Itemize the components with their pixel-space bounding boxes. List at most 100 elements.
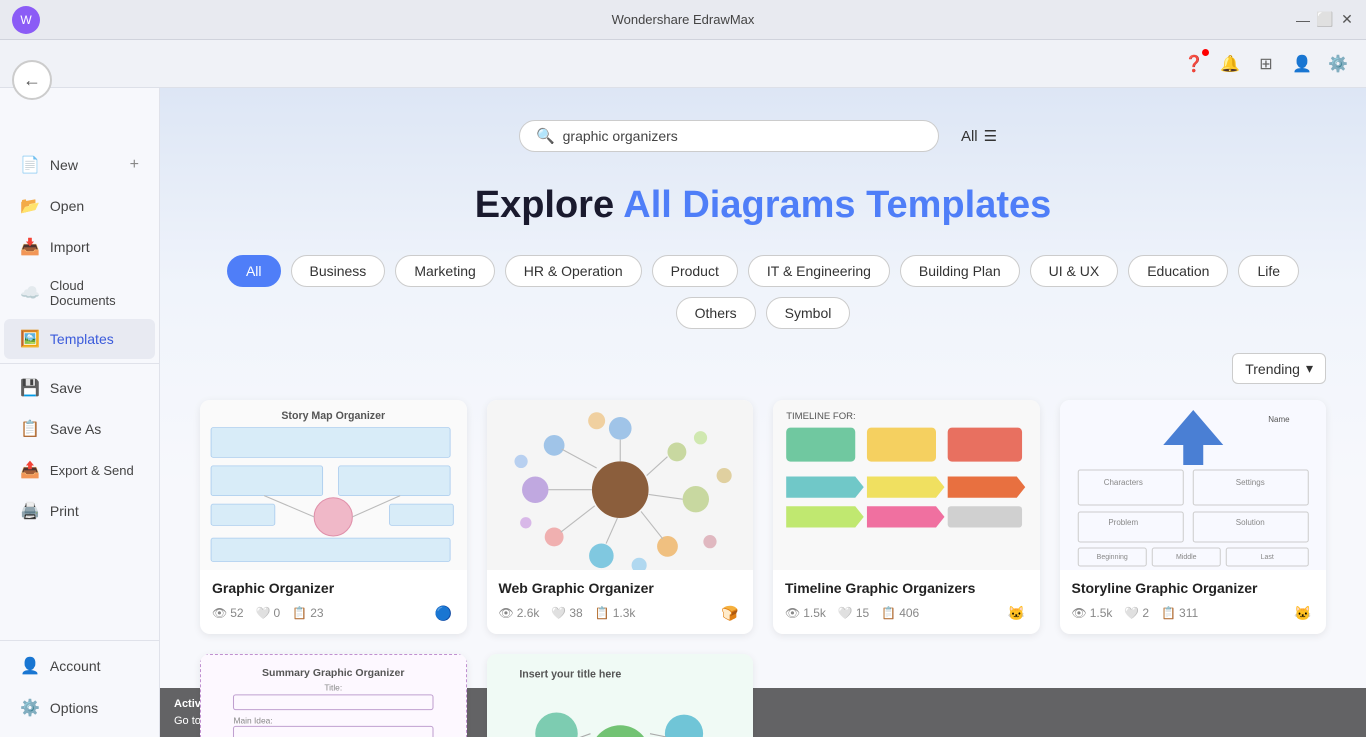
author-avatar-1: 🔵 bbox=[433, 602, 455, 624]
web-graphic-svg bbox=[487, 400, 754, 570]
filter-all[interactable]: All bbox=[227, 255, 281, 287]
filter-life[interactable]: Life bbox=[1238, 255, 1299, 287]
svg-text:Characters: Characters bbox=[1103, 478, 1142, 487]
svg-text:Settings: Settings bbox=[1235, 478, 1264, 487]
sidebar-item-import[interactable]: 📥 Import bbox=[4, 227, 155, 267]
sort-select[interactable]: Trending ▾ bbox=[1232, 353, 1326, 384]
template-card-web-graphic-organizer[interactable]: Web Graphic Organizer 👁 2.6k 🤍 38 📋 1.3k… bbox=[487, 400, 754, 634]
app-title: Wondershare EdrawMax bbox=[612, 12, 755, 27]
svg-text:Solution: Solution bbox=[1235, 518, 1264, 527]
sidebar-item-templates[interactable]: 🖼️ Templates bbox=[4, 319, 155, 359]
search-icon: 🔍 bbox=[536, 127, 555, 145]
menu-icon: ☰ bbox=[984, 127, 997, 145]
template-info-2: Web Graphic Organizer 👁 2.6k 🤍 38 📋 1.3k… bbox=[487, 570, 754, 634]
template-card-summary[interactable]: Summary Graphic Organizer Title: Main Id… bbox=[200, 654, 467, 737]
filter-hr[interactable]: HR & Operation bbox=[505, 255, 642, 287]
copies-stat-3: 📋 406 bbox=[881, 606, 919, 620]
minimize-button[interactable]: — bbox=[1296, 13, 1310, 27]
filter-product[interactable]: Product bbox=[652, 255, 738, 287]
filter-education[interactable]: Education bbox=[1128, 255, 1228, 287]
template-info-4: Storyline Graphic Organizer 👁 1.5k 🤍 2 📋… bbox=[1060, 570, 1327, 634]
sidebar-item-account[interactable]: 👤 Account bbox=[4, 646, 155, 686]
help-icon[interactable]: ❓ bbox=[1182, 52, 1206, 76]
graphic-organizer-svg: Story Map Organizer bbox=[200, 400, 467, 570]
svg-text:Summary Graphic Organizer: Summary Graphic Organizer bbox=[262, 667, 404, 679]
author-avatar-2: 🍞 bbox=[719, 602, 741, 624]
sidebar-item-print[interactable]: 🖨️ Print bbox=[4, 491, 155, 531]
svg-text:TIMELINE FOR:: TIMELINE FOR: bbox=[786, 411, 856, 422]
user-icon[interactable]: 👤 bbox=[1290, 52, 1314, 76]
svg-text:Middle: Middle bbox=[1175, 554, 1196, 561]
sidebar-item-import-label: Import bbox=[50, 239, 90, 255]
maximize-button[interactable]: ⬜ bbox=[1318, 13, 1332, 27]
template-card-storyline[interactable]: Name Characters Settings Problem Solutio… bbox=[1060, 400, 1327, 634]
sidebar-item-export[interactable]: 📤 Export & Send bbox=[4, 450, 155, 490]
timeline-svg: TIMELINE FOR: bbox=[773, 400, 1040, 570]
print-icon: 🖨️ bbox=[20, 501, 40, 521]
hero-title: Explore All Diagrams Templates bbox=[200, 184, 1326, 227]
likes-stat-3: 🤍 15 bbox=[838, 606, 869, 620]
template-card-timeline[interactable]: TIMELINE FOR: Time bbox=[773, 400, 1040, 634]
template-grid: Story Map Organizer Graphic Organizer bbox=[200, 400, 1326, 737]
sidebar-item-saveas-label: Save As bbox=[50, 421, 101, 437]
template-stats-3: 👁 1.5k 🤍 15 📋 406 🐱 bbox=[785, 602, 1028, 624]
template-info-3: Timeline Graphic Organizers 👁 1.5k 🤍 15 … bbox=[773, 570, 1040, 634]
sidebar-divider-2 bbox=[0, 640, 159, 641]
views-stat-1: 👁 52 bbox=[212, 606, 244, 620]
template-name-4: Storyline Graphic Organizer bbox=[1072, 580, 1315, 596]
cloud-icon: ☁️ bbox=[20, 283, 40, 303]
grid-icon[interactable]: ⊞ bbox=[1254, 52, 1278, 76]
template-thumb-4: Name Characters Settings Problem Solutio… bbox=[1060, 400, 1327, 570]
sidebar-item-open[interactable]: 📂 Open bbox=[4, 186, 155, 226]
sidebar: ← 📄 New + 📂 Open 📥 Import ☁️ Cloud Docum… bbox=[0, 88, 160, 737]
search-box[interactable]: 🔍 bbox=[519, 120, 939, 152]
sidebar-item-options[interactable]: ⚙️ Options bbox=[4, 688, 155, 728]
likes-stat-4: 🤍 2 bbox=[1124, 606, 1149, 620]
template-name-1: Graphic Organizer bbox=[212, 580, 455, 596]
filter-business[interactable]: Business bbox=[291, 255, 386, 287]
template-stats-1: 👁 52 🤍 0 📋 23 🔵 bbox=[212, 602, 455, 624]
notification-icon[interactable]: 🔔 bbox=[1218, 52, 1242, 76]
search-area: 🔍 All ☰ bbox=[200, 120, 1326, 152]
search-input[interactable] bbox=[563, 128, 922, 144]
filter-uiux[interactable]: UI & UX bbox=[1030, 255, 1119, 287]
all-menu-button[interactable]: All ☰ bbox=[951, 121, 1007, 151]
views-stat-3: 👁 1.5k bbox=[785, 606, 826, 620]
summary-svg: Summary Graphic Organizer Title: Main Id… bbox=[201, 655, 466, 737]
filter-symbol[interactable]: Symbol bbox=[766, 297, 851, 329]
sidebar-item-saveas[interactable]: 📋 Save As bbox=[4, 409, 155, 449]
template-card-graphic-organizer[interactable]: Story Map Organizer Graphic Organizer bbox=[200, 400, 467, 634]
sidebar-item-account-label: Account bbox=[50, 658, 101, 674]
settings-icon[interactable]: ⚙️ bbox=[1326, 52, 1350, 76]
options-icon: ⚙️ bbox=[20, 698, 40, 718]
back-button[interactable]: ← bbox=[12, 88, 52, 100]
storyline-svg: Name Characters Settings Problem Solutio… bbox=[1060, 400, 1327, 570]
export-icon: 📤 bbox=[20, 460, 40, 480]
filter-others[interactable]: Others bbox=[676, 297, 756, 329]
svg-text:Last: Last bbox=[1260, 554, 1273, 561]
saveas-icon: 📋 bbox=[20, 419, 40, 439]
sidebar-item-new[interactable]: 📄 New + bbox=[4, 145, 155, 185]
filter-marketing[interactable]: Marketing bbox=[395, 255, 494, 287]
template-stats-2: 👁 2.6k 🤍 38 📋 1.3k 🍞 bbox=[499, 602, 742, 624]
close-button[interactable]: ✕ bbox=[1340, 13, 1354, 27]
templates-icon: 🖼️ bbox=[20, 329, 40, 349]
template-info-1: Graphic Organizer 👁 52 🤍 0 📋 23 🔵 bbox=[200, 570, 467, 634]
titlebar-left: W bbox=[12, 6, 40, 34]
views-stat-2: 👁 2.6k bbox=[499, 606, 540, 620]
copies-stat-4: 📋 311 bbox=[1161, 606, 1198, 620]
template-thumb-6: Insert your title here bbox=[487, 654, 754, 737]
window-controls[interactable]: — ⬜ ✕ bbox=[1296, 13, 1354, 27]
filter-building[interactable]: Building Plan bbox=[900, 255, 1020, 287]
likes-stat-2: 🤍 38 bbox=[551, 606, 582, 620]
sidebar-item-print-label: Print bbox=[50, 503, 79, 519]
sidebar-item-cloud[interactable]: ☁️ Cloud Documents bbox=[4, 268, 155, 318]
copies-stat-1: 📋 23 bbox=[292, 606, 323, 620]
filter-it[interactable]: IT & Engineering bbox=[748, 255, 890, 287]
template-card-bubble-map[interactable]: Insert your title here bbox=[487, 654, 754, 737]
sidebar-item-save[interactable]: 💾 Save bbox=[4, 368, 155, 408]
views-stat-4: 👁 1.5k bbox=[1072, 606, 1113, 620]
sort-label: Trending bbox=[1245, 361, 1300, 377]
template-thumb-2 bbox=[487, 400, 754, 570]
title-bar: W Wondershare EdrawMax — ⬜ ✕ bbox=[0, 0, 1366, 40]
